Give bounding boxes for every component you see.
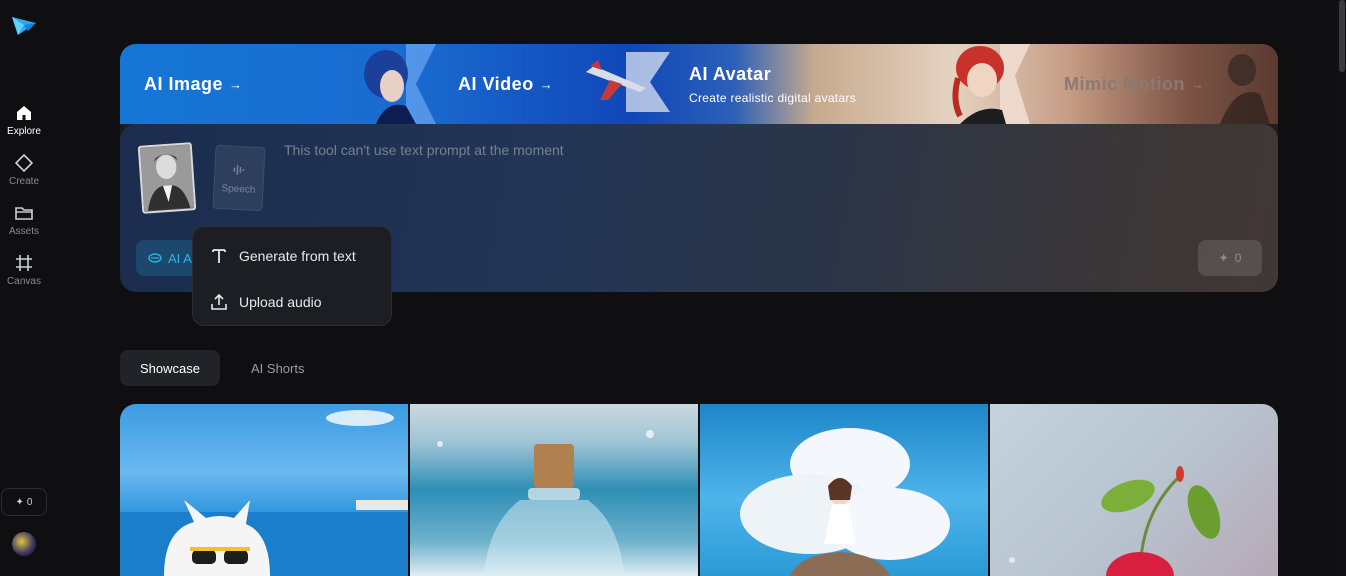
audio-wave-icon	[233, 164, 245, 175]
menu-item-generate-from-text[interactable]: Generate from text	[193, 233, 391, 279]
tab-ai-video[interactable]: AI Video →	[458, 44, 553, 124]
tab-ai-shorts[interactable]: AI Shorts	[231, 350, 324, 386]
credits-count: 0	[26, 496, 33, 508]
portrait-thumbnail[interactable]	[137, 142, 197, 214]
tab-title: Mimic Motion	[1064, 73, 1185, 94]
tab-ai-avatar[interactable]: AI Avatar Create realistic digital avata…	[689, 44, 856, 124]
menu-item-label: Upload audio	[239, 294, 322, 310]
cherry-image	[1009, 466, 1221, 576]
scrollbar-track[interactable]	[1336, 0, 1346, 576]
folder-icon	[15, 207, 33, 220]
avatar-illustration	[952, 44, 1030, 124]
plane-illustration	[586, 52, 670, 112]
frame-icon	[16, 255, 32, 271]
menu-item-upload-audio[interactable]: Upload audio	[193, 279, 391, 325]
tab-ai-image[interactable]: AI Image →	[144, 44, 243, 124]
speech-upload-card[interactable]: Speech	[212, 144, 266, 212]
tab-title: AI Video	[458, 73, 534, 94]
sidebar-item-label: Explore	[7, 126, 41, 137]
mode-label: AI A	[168, 250, 192, 266]
sparkle-icon: ✦	[1218, 251, 1229, 265]
sidebar-item-assets[interactable]: Assets	[0, 203, 48, 249]
upload-icon	[211, 293, 227, 310]
tab-subtitle: Create realistic digital avatars	[689, 90, 856, 105]
input-mode-menu: Generate from text Upload audio	[192, 226, 392, 326]
gallery-card[interactable]	[990, 404, 1278, 576]
tab-mimic-motion[interactable]: Mimic Motion →	[1064, 44, 1205, 124]
avatar-illustration	[364, 44, 436, 124]
sidebar-item-label: Assets	[8, 226, 39, 237]
tab-title: AI Avatar	[689, 63, 772, 84]
arrow-right-icon: →	[1191, 76, 1205, 92]
brand-logo[interactable]	[10, 11, 38, 39]
app-root: Explore Create Assets Canvas ✦ 0 AI Imag…	[0, 0, 1346, 576]
sidebar: Explore Create Assets Canvas ✦ 0	[0, 0, 48, 576]
home-icon	[17, 106, 31, 120]
eye-icon	[148, 253, 162, 263]
tool-tabs: AI Image → AI Video → AI Avatar Create rea…	[120, 44, 1278, 124]
diamond-icon	[14, 153, 34, 173]
anime-cloud-image	[740, 428, 950, 576]
speech-label: Speech	[221, 182, 256, 196]
sparkle-icon: ✦	[15, 496, 24, 508]
arrow-right-icon: →	[229, 76, 243, 92]
cat-pool-image	[120, 410, 408, 576]
generate-button[interactable]: ✦ 0	[1198, 240, 1262, 276]
gallery-card[interactable]	[700, 404, 988, 576]
sidebar-item-label: Create	[8, 176, 39, 187]
gallery-card[interactable]	[120, 404, 408, 576]
bottle-image	[437, 430, 654, 576]
menu-item-label: Generate from text	[239, 248, 356, 264]
text-icon	[212, 249, 226, 263]
prompt-input[interactable]: This tool can't use text prompt at the m…	[284, 142, 564, 158]
gallery-card[interactable]	[410, 404, 698, 576]
sidebar-item-create[interactable]: Create	[0, 153, 48, 199]
generate-cost: 0	[1234, 251, 1242, 265]
credits-badge[interactable]: ✦ 0	[1, 488, 47, 516]
sidebar-item-explore[interactable]: Explore	[0, 103, 48, 149]
scrollbar-thumb[interactable]	[1339, 0, 1345, 72]
arrow-right-icon: →	[539, 76, 554, 92]
avatar[interactable]	[12, 532, 36, 556]
sidebar-item-label: Canvas	[7, 276, 41, 287]
man-portrait-image	[139, 144, 195, 212]
tab-showcase[interactable]: Showcase	[120, 350, 220, 386]
tab-title: AI Image	[144, 73, 224, 94]
sidebar-item-canvas[interactable]: Canvas	[0, 253, 48, 299]
showcase-gallery	[120, 404, 1278, 576]
